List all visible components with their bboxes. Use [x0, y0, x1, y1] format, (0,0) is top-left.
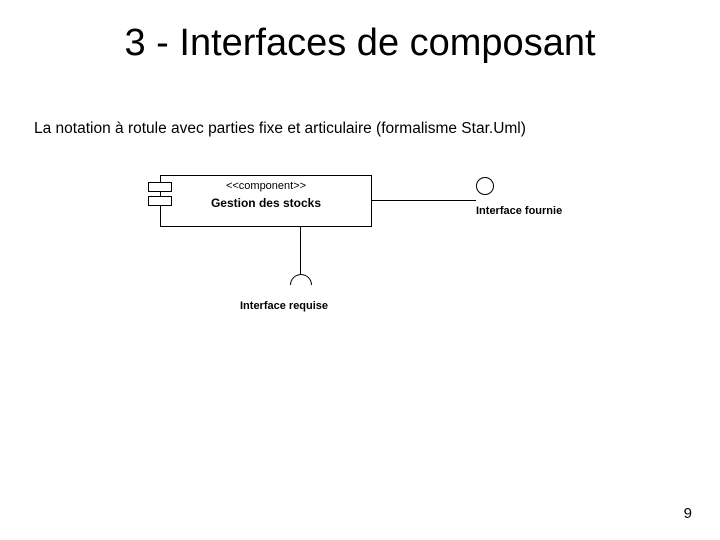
required-interface-label: Interface requise: [240, 300, 328, 312]
component-lug-icon: [148, 182, 172, 192]
page-number: 9: [684, 505, 692, 522]
slide-title: 3 - Interfaces de composant: [0, 22, 720, 65]
component-lug-icon: [148, 196, 172, 206]
provided-interface-label: Interface fournie: [476, 205, 562, 217]
component-name: Gestion des stocks: [161, 196, 371, 210]
slide: 3 - Interfaces de composant La notation …: [0, 0, 720, 540]
uml-diagram: <<component>> Gestion des stocks Interfa…: [130, 175, 600, 355]
component-box: <<component>> Gestion des stocks: [160, 175, 372, 227]
provided-interface-ball-icon: [476, 177, 494, 195]
connector-line: [300, 226, 301, 274]
component-stereotype: <<component>>: [161, 180, 371, 192]
slide-subtitle: La notation à rotule avec parties fixe e…: [34, 120, 526, 138]
connector-line: [371, 200, 476, 201]
required-interface-socket-icon: [290, 274, 312, 285]
